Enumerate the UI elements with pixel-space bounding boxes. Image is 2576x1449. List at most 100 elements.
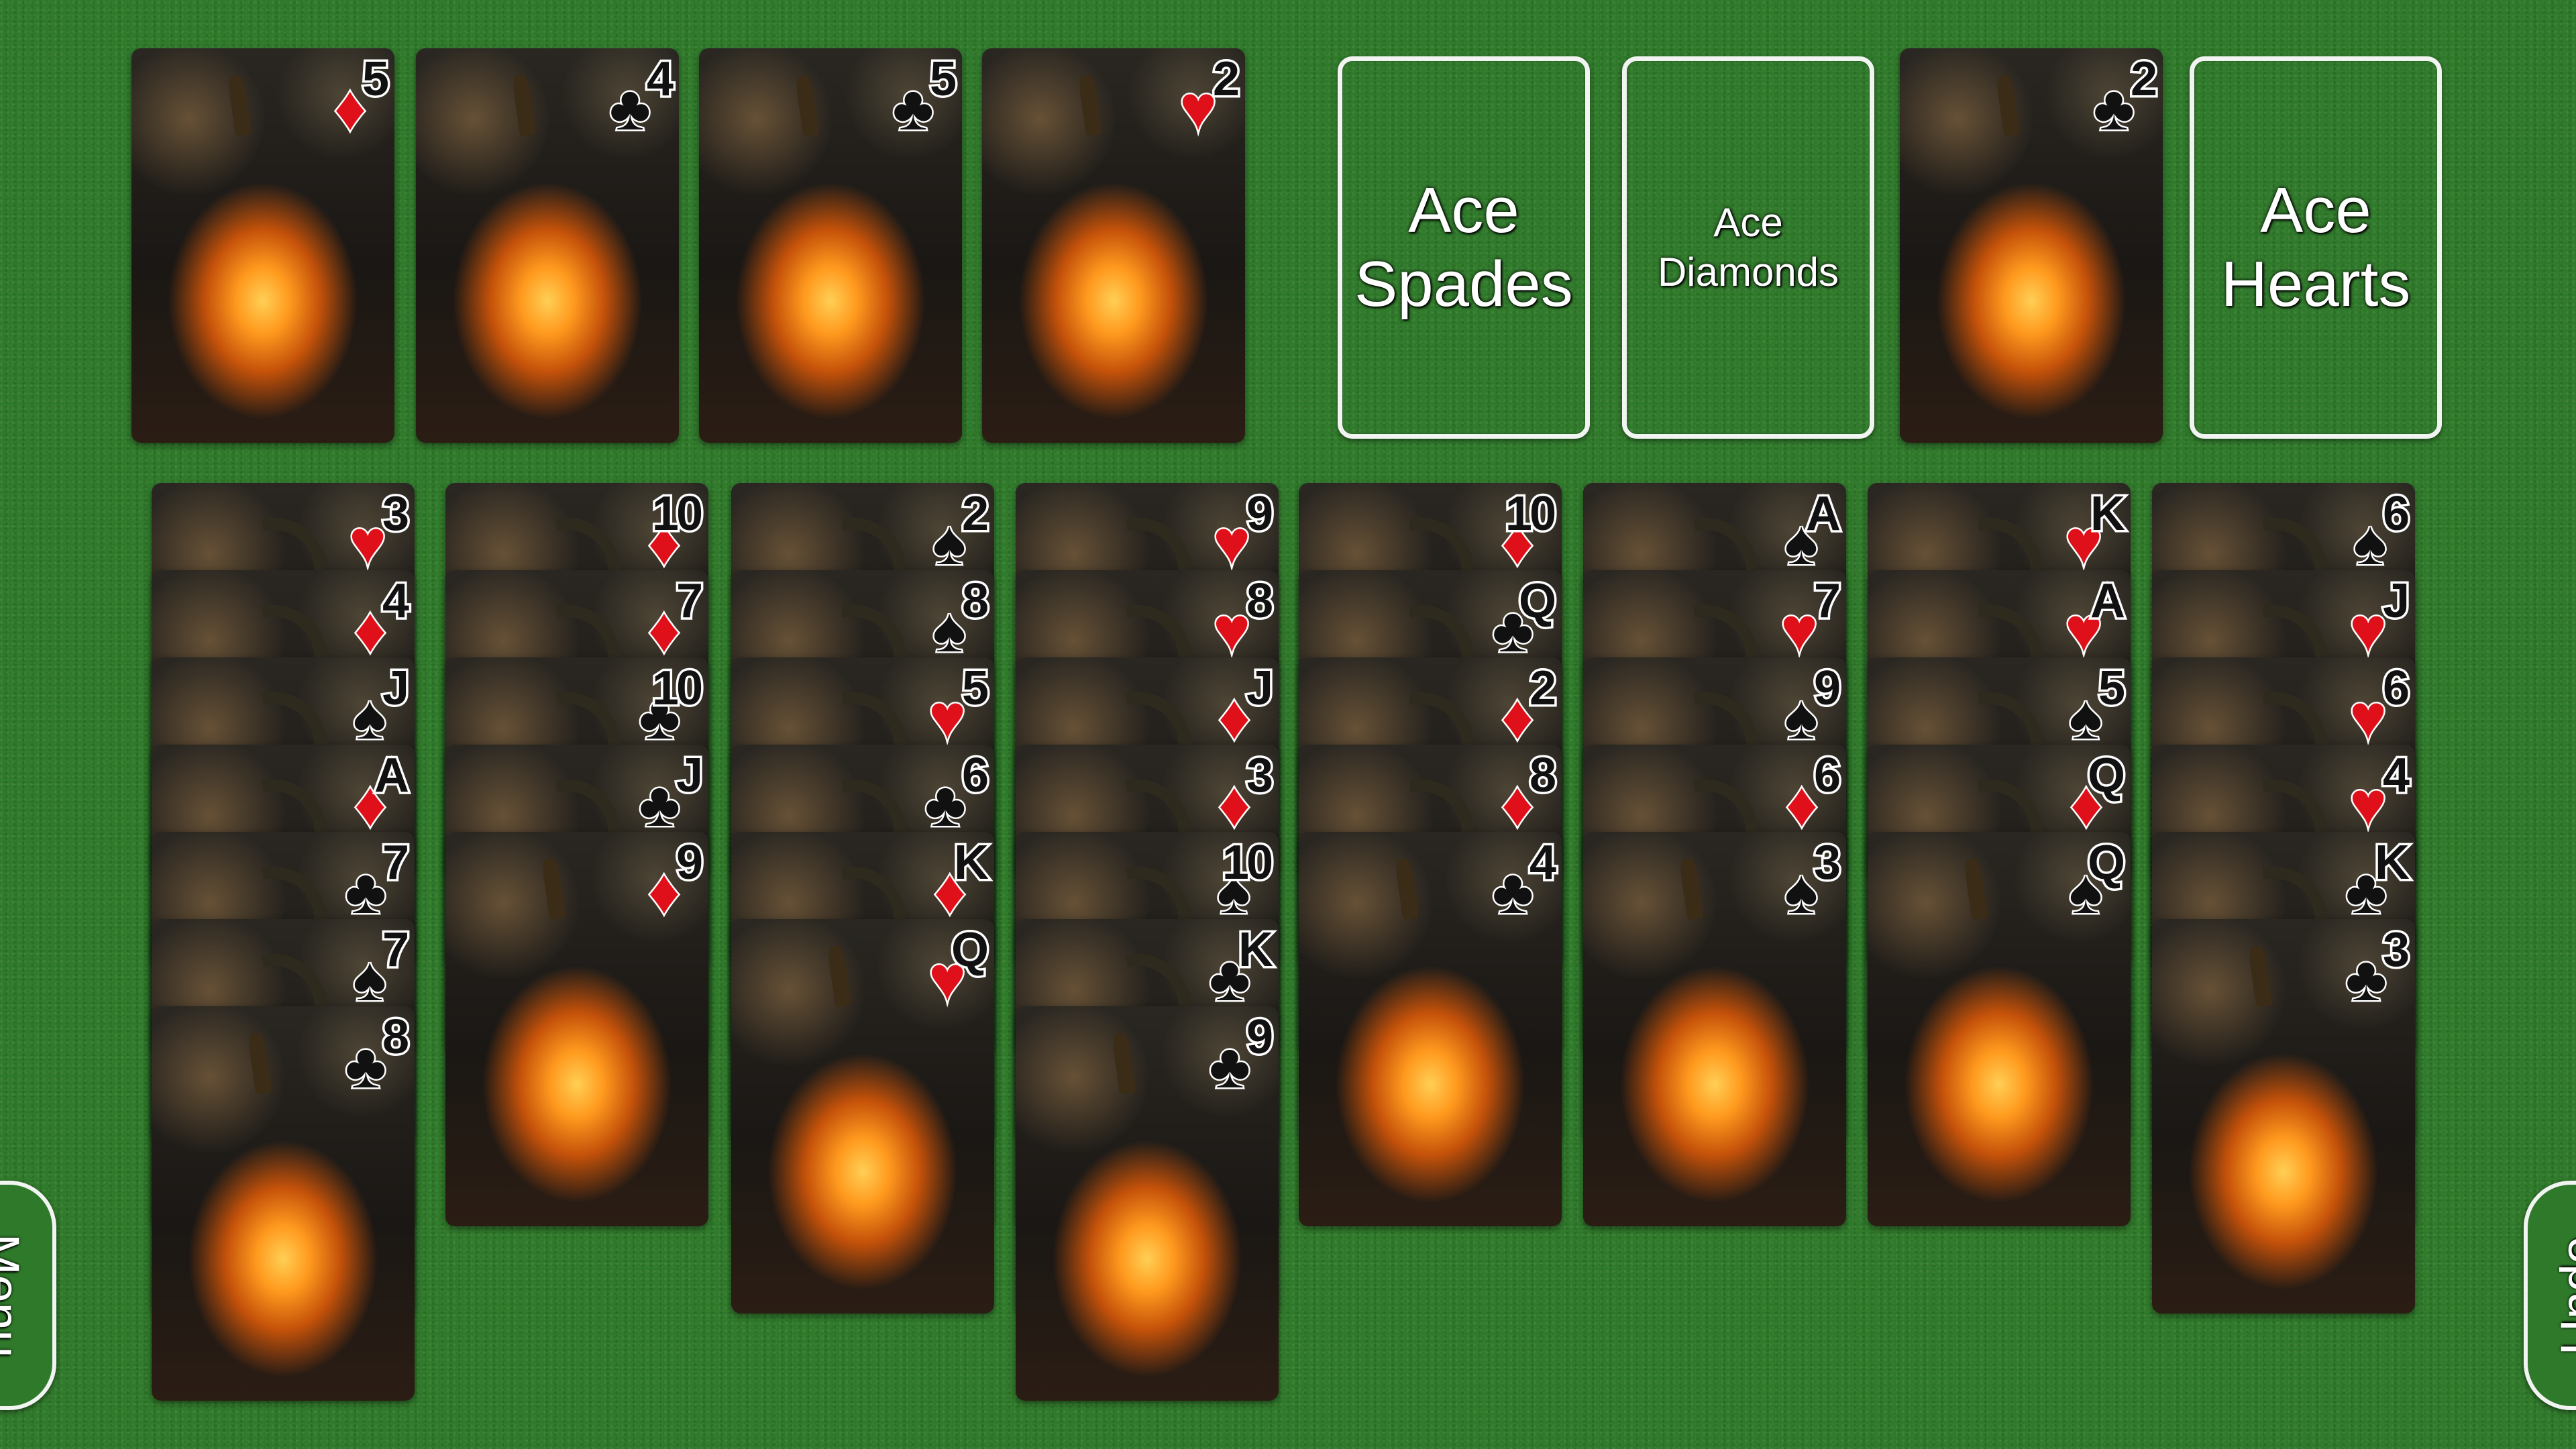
suit-icon: ♠ — [931, 507, 968, 578]
reserve-card[interactable]: ♣ 5 — [699, 48, 962, 443]
card-rank: K — [952, 836, 991, 890]
card-index: ♣ K — [1201, 923, 1276, 1012]
suit-icon: ♣ — [2092, 72, 2137, 143]
card-index: ♠ 7 — [337, 923, 412, 1012]
tableau-top-card[interactable]: ♦ 9 — [445, 832, 708, 1226]
card-rank: 9 — [1811, 661, 1843, 715]
card-rank: J — [380, 661, 411, 715]
card-index: ♣ 8 — [337, 1010, 412, 1099]
card-index: ♦ 2 — [1484, 661, 1559, 751]
card-index: ♠ 10 — [1201, 836, 1276, 925]
card-rank: 6 — [959, 749, 991, 802]
suit-icon: ♣ — [923, 769, 968, 839]
suit-icon: ♣ — [2344, 943, 2389, 1014]
tableau-top-card[interactable]: ♣ 9 — [1016, 1006, 1279, 1401]
card-index: ♦ J — [1201, 661, 1276, 751]
suit-icon: ♠ — [352, 943, 388, 1014]
card-index: ♥ 4 — [2337, 749, 2412, 838]
reserve-card[interactable]: ♦ 5 — [131, 48, 394, 443]
card-rank: 5 — [959, 661, 991, 715]
suit-icon: ♠ — [1783, 682, 1820, 752]
card-rank: A — [1804, 487, 1843, 541]
card-index: ♥ K — [2053, 487, 2128, 576]
tableau-top-card[interactable]: ♥ Q — [731, 919, 994, 1313]
card-rank: Q — [1516, 574, 1558, 628]
card-index: ♠ 3 — [1768, 836, 1843, 925]
card-rank: K — [1236, 923, 1276, 977]
tableau-top-card[interactable]: ♠ 3 — [1583, 832, 1846, 1226]
card-index: ♦ 9 — [631, 836, 706, 925]
card-rank: 4 — [2380, 749, 2412, 802]
card-index: ♦ 7 — [631, 574, 706, 663]
card-index: ♣ 5 — [884, 52, 959, 142]
card-rank: 8 — [380, 1010, 411, 1064]
card-rank: 10 — [1220, 836, 1275, 890]
foundation-spades-line1: Ace — [1408, 174, 1519, 246]
card-rank: J — [2380, 574, 2412, 628]
card-rank: 2 — [959, 487, 991, 541]
menu-button[interactable]: Menu — [0, 1181, 56, 1410]
suit-icon: ♦ — [647, 856, 682, 926]
card-rank: 7 — [674, 574, 705, 628]
card-index: ♣ 4 — [601, 52, 676, 142]
card-rank: 3 — [2380, 923, 2412, 977]
card-rank: J — [674, 749, 705, 802]
tableau-top-card[interactable]: ♣ 8 — [152, 1006, 415, 1401]
tableau-top-card[interactable]: ♣ 4 — [1299, 832, 1562, 1226]
card-index: ♥ 7 — [1768, 574, 1843, 663]
suit-icon: ♦ — [1217, 682, 1252, 752]
suit-icon: ♦ — [1500, 769, 1536, 839]
card-index: ♦ 3 — [1201, 749, 1276, 838]
suit-icon: ♥ — [2348, 682, 2389, 752]
foundation-clubs-card[interactable]: ♣ 2 — [1900, 48, 2163, 443]
suit-icon: ♣ — [343, 1030, 388, 1101]
foundation-diamonds-line2: Diamonds — [1657, 250, 1839, 294]
reserve-card[interactable]: ♥ 2 — [982, 48, 1245, 443]
card-index: ♠ A — [1768, 487, 1843, 576]
undo-button[interactable]: Undo — [2524, 1181, 2576, 1410]
card-rank: 10 — [1503, 487, 1558, 541]
card-index: ♣ 7 — [337, 836, 412, 925]
card-rank: 7 — [1811, 574, 1843, 628]
card-rank: K — [2088, 487, 2128, 541]
foundation-hearts[interactable]: Ace Hearts — [2190, 56, 2442, 439]
foundation-hearts-line2: Hearts — [2220, 248, 2411, 320]
card-rank: Q — [2085, 836, 2127, 890]
card-rank: A — [372, 749, 412, 802]
card-rank: K — [2373, 836, 2412, 890]
card-rank: 10 — [649, 487, 705, 541]
card-rank: 6 — [1811, 749, 1843, 802]
card-rank: 7 — [380, 836, 411, 890]
suit-icon: ♠ — [352, 682, 388, 752]
suit-icon: ♥ — [2348, 769, 2389, 839]
card-rank: 3 — [1244, 749, 1275, 802]
card-index: ♣ J — [631, 749, 706, 838]
card-index: ♠ 6 — [2337, 487, 2412, 576]
suit-icon: ♣ — [891, 72, 936, 143]
card-rank: 9 — [1244, 487, 1275, 541]
suit-icon: ♥ — [1178, 72, 1219, 143]
card-rank: 5 — [2096, 661, 2127, 715]
card-index: ♠ 8 — [916, 574, 991, 663]
suit-icon: ♦ — [1217, 769, 1252, 839]
tableau-top-card[interactable]: ♣ 3 — [2152, 919, 2415, 1313]
menu-label: Menu — [0, 1233, 30, 1358]
card-index: ♦ 4 — [337, 574, 412, 663]
foundation-diamonds[interactable]: Ace Diamonds — [1622, 56, 1874, 439]
card-index: ♠ 2 — [916, 487, 991, 576]
suit-icon: ♥ — [347, 507, 388, 578]
suit-icon: ♥ — [1212, 594, 1252, 665]
card-index: ♣ Q — [1484, 574, 1559, 663]
reserve-card[interactable]: ♣ 4 — [416, 48, 679, 443]
foundation-spades[interactable]: Ace Spades — [1338, 56, 1590, 439]
card-rank: 4 — [1527, 836, 1558, 890]
tableau-top-card[interactable]: ♠ Q — [1868, 832, 2131, 1226]
card-index: ♦ K — [916, 836, 991, 925]
card-rank: 10 — [649, 661, 705, 715]
card-index: ♥ 9 — [1201, 487, 1276, 576]
card-rank: 8 — [1244, 574, 1275, 628]
undo-label: Undo — [2550, 1236, 2576, 1355]
card-index: ♣ 6 — [916, 749, 991, 838]
card-index: ♥ 8 — [1201, 574, 1276, 663]
card-index: ♥ 3 — [337, 487, 412, 576]
